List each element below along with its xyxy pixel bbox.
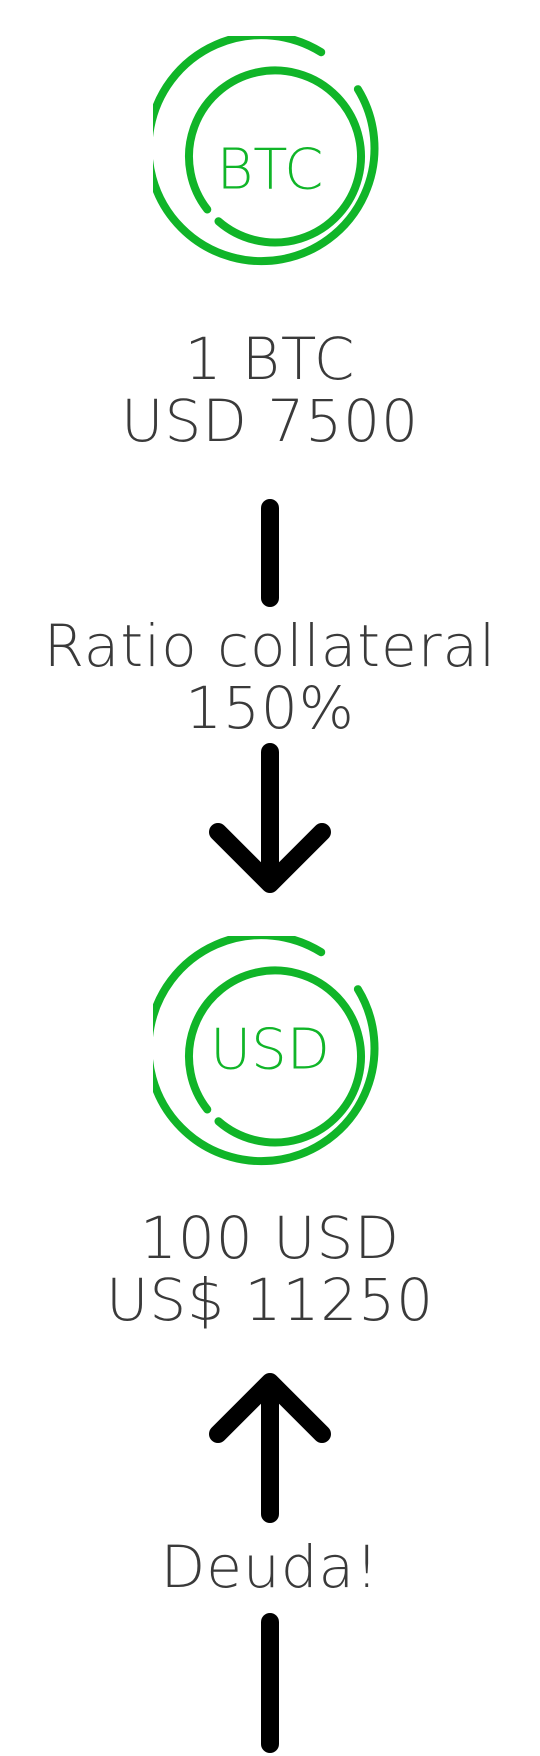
debt-text: Deuda!	[0, 1536, 540, 1598]
connector-line	[0, 498, 540, 608]
btc-coin-label: BTC	[217, 137, 324, 202]
usd-total: US$ 11250	[105, 1266, 435, 1334]
btc-usd-price: USD 7500	[121, 387, 419, 455]
usd-coin-label: USD	[210, 1017, 330, 1082]
btc-value-text: 1 BTC USD 7500	[0, 328, 540, 452]
btc-amount: 1 BTC	[184, 325, 356, 393]
ratio-label: Ratio collateral	[43, 612, 497, 680]
collateral-ratio-text: Ratio collateral 150%	[0, 615, 540, 739]
usd-value-text: 100 USD US$ 11250	[0, 1207, 540, 1331]
ratio-value: 150%	[185, 674, 355, 742]
connector-line	[0, 1612, 540, 1756]
usd-amount: 100 USD	[139, 1204, 401, 1272]
usd-coin-icon: USD	[153, 936, 387, 1170]
btc-coin-icon: BTC	[153, 36, 387, 270]
arrow-down-icon	[0, 740, 540, 896]
debt-label: Deuda!	[160, 1533, 380, 1601]
arrow-up-icon	[0, 1370, 540, 1526]
